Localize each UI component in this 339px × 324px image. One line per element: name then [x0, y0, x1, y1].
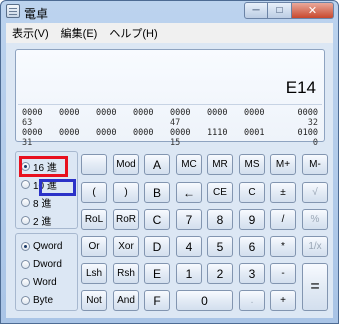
- radio-button-icon[interactable]: [21, 180, 30, 189]
- key-mc[interactable]: MC: [176, 154, 202, 175]
- key-mod[interactable]: Mod: [113, 154, 139, 175]
- key-m-minus[interactable]: M-: [302, 154, 328, 175]
- key-backspace[interactable]: ←: [176, 182, 202, 203]
- key-rol[interactable]: RoL: [81, 209, 107, 230]
- radio-bin-label: 2 進: [33, 217, 52, 228]
- maximize-button[interactable]: □: [268, 2, 292, 19]
- menu-bar: 表示(V) 編集(E) ヘルプ(H): [6, 23, 333, 43]
- display-panel: E14 0000 0000 0000 0000 0000 0000 0000 0000 63 4…: [15, 49, 325, 148]
- key-plus-minus[interactable]: ±: [270, 182, 296, 203]
- highlight-box-blue: [39, 179, 76, 196]
- key-d[interactable]: D: [144, 236, 170, 257]
- radio-button-icon[interactable]: [21, 242, 30, 251]
- key-divide[interactable]: /: [270, 209, 296, 230]
- calculator-body: E14 0000 0000 0000 0000 0000 0000 0000 0000 63 4…: [6, 43, 333, 318]
- bit-position-low: 31 15 0: [22, 138, 318, 148]
- key-not[interactable]: Not: [81, 290, 107, 311]
- menu-edit[interactable]: 編集(E): [61, 25, 98, 41]
- calculator-icon: [6, 4, 20, 18]
- key-2[interactable]: 2: [207, 263, 233, 284]
- key-lsh[interactable]: Lsh: [81, 263, 107, 284]
- radio-word[interactable]: Word: [21, 277, 57, 288]
- display-value: E14: [285, 78, 316, 97]
- key-4[interactable]: 4: [176, 236, 202, 257]
- calculator-window: 電卓 ─ □ ✕ 表示(V) 編集(E) ヘルプ(H) E14 0000 0000…: [0, 0, 339, 324]
- display-divider: [18, 104, 322, 105]
- key-rsh[interactable]: Rsh: [113, 263, 139, 284]
- key-or[interactable]: Or: [81, 236, 107, 257]
- radio-dword[interactable]: Dword: [21, 259, 62, 270]
- key-c-clear[interactable]: C: [239, 182, 265, 203]
- highlight-box-red: [19, 156, 68, 177]
- key-blank[interactable]: [81, 154, 107, 175]
- key-subtract[interactable]: -: [270, 263, 296, 284]
- radio-button-icon[interactable]: [21, 198, 30, 207]
- radio-byte[interactable]: Byte: [21, 295, 53, 306]
- radio-button-icon[interactable]: [21, 278, 30, 287]
- key-7[interactable]: 7: [176, 209, 202, 230]
- key-open-paren[interactable]: (: [81, 182, 107, 203]
- radio-dword-label: Dword: [33, 259, 62, 270]
- bit-position-high: 63 47 32: [22, 118, 318, 128]
- key-ce[interactable]: CE: [207, 182, 233, 203]
- key-f[interactable]: F: [144, 290, 170, 311]
- key-8[interactable]: 8: [207, 209, 233, 230]
- minimize-button[interactable]: ─: [244, 2, 268, 19]
- menu-help[interactable]: ヘルプ(H): [109, 25, 157, 41]
- key-6[interactable]: 6: [239, 236, 265, 257]
- key-multiply[interactable]: *: [270, 236, 296, 257]
- key-sqrt[interactable]: √: [302, 182, 328, 203]
- bit-row-low: 0000 0000 0000 0000 0000 1110 0001 0100: [22, 128, 318, 138]
- key-0[interactable]: 0: [176, 290, 233, 311]
- radio-button-icon[interactable]: [21, 216, 30, 225]
- key-hex-c[interactable]: C: [144, 209, 170, 230]
- key-3[interactable]: 3: [239, 263, 265, 284]
- window-title: 電卓: [24, 7, 49, 21]
- key-5[interactable]: 5: [207, 236, 233, 257]
- key-1[interactable]: 1: [176, 263, 202, 284]
- key-e[interactable]: E: [144, 263, 170, 284]
- bit-display: 0000 0000 0000 0000 0000 0000 0000 0000 63 47 32 …: [22, 108, 318, 148]
- key-b[interactable]: B: [144, 182, 170, 203]
- radio-button-icon[interactable]: [21, 260, 30, 269]
- key-xor[interactable]: Xor: [113, 236, 139, 257]
- key-9[interactable]: 9: [239, 209, 265, 230]
- key-add[interactable]: +: [270, 290, 296, 311]
- key-ms[interactable]: MS: [239, 154, 265, 175]
- key-close-paren[interactable]: ): [113, 182, 139, 203]
- title-bar[interactable]: 電卓 ─ □ ✕: [1, 1, 338, 22]
- bit-row-high: 0000 0000 0000 0000 0000 0000 0000 0000: [22, 108, 318, 118]
- key-percent[interactable]: %: [302, 209, 328, 230]
- menu-view[interactable]: 表示(V): [12, 25, 49, 41]
- radio-bin[interactable]: 2 進: [21, 213, 51, 228]
- key-and[interactable]: And: [113, 290, 139, 311]
- key-reciprocal[interactable]: 1/x: [302, 236, 328, 257]
- key-decimal[interactable]: .: [239, 290, 265, 311]
- radio-qword[interactable]: Qword: [21, 241, 62, 252]
- radio-button-icon[interactable]: [21, 296, 30, 305]
- key-a[interactable]: A: [144, 154, 170, 175]
- word-size-group: Qword Dword Word Byte: [15, 233, 78, 311]
- radio-qword-label: Qword: [33, 241, 63, 252]
- radio-oct[interactable]: 8 進: [21, 195, 51, 210]
- key-equals[interactable]: =: [302, 263, 328, 311]
- radio-oct-label: 8 進: [33, 199, 52, 210]
- close-button[interactable]: ✕: [292, 2, 334, 19]
- radio-byte-label: Byte: [33, 295, 54, 306]
- radio-word-label: Word: [33, 277, 57, 288]
- key-mr[interactable]: MR: [207, 154, 233, 175]
- key-ror[interactable]: RoR: [113, 209, 139, 230]
- key-m-plus[interactable]: M+: [270, 154, 296, 175]
